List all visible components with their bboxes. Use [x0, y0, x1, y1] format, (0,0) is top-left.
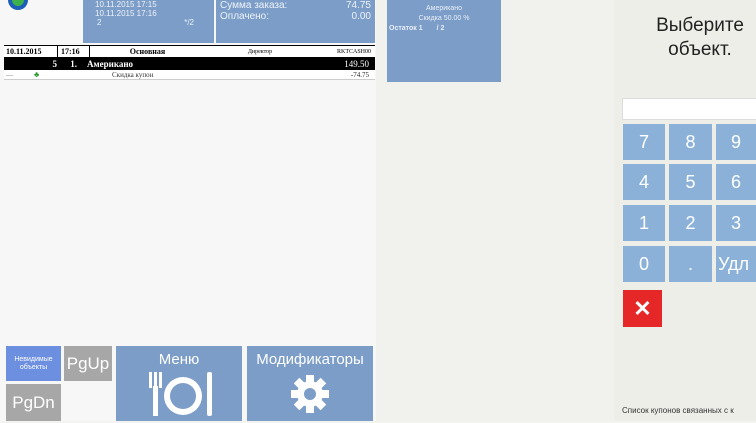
key-1[interactable]: 1: [623, 205, 665, 241]
update-datetime: 10.11.2015 17:16: [95, 9, 157, 18]
key-3[interactable]: 3: [716, 205, 756, 241]
key-delete[interactable]: Удл: [716, 246, 756, 282]
page-down-button[interactable]: PgDn: [6, 384, 61, 421]
key-7[interactable]: 7: [623, 124, 665, 160]
order-table-header: 10.11.2015 17:16 Основная Директор RKTCA…: [4, 45, 375, 58]
menu-button-label: Меню: [158, 351, 200, 368]
item-qty: 5: [52, 59, 58, 69]
modifiers-button-label: Модификаторы: [256, 351, 364, 368]
waiter-role: Директор: [247, 48, 273, 55]
prompt-line-1: Выберите: [656, 15, 744, 36]
total-label: Сумма заказа:: [220, 0, 288, 11]
open-datetime: 10.11.2015 17:15: [95, 0, 157, 9]
order-item-row[interactable]: 5 1. Американо 149.50: [4, 58, 375, 70]
discount-amount: -74.75: [350, 70, 369, 79]
table-ref: */2: [184, 18, 194, 27]
order-dates-header: 10.11.2015 17:15 10.11.2015 17:16 2 */2: [83, 0, 214, 43]
modifiers-button[interactable]: Модификаторы: [247, 346, 373, 421]
coupon-object-card[interactable]: Американо Скидка 50.00 % Остаток 1 / 2: [387, 0, 501, 82]
item-number: 1.: [70, 59, 77, 69]
coupon-remaining-total: / 2: [436, 25, 445, 32]
cash-station-code: RKTCASH00: [336, 48, 371, 55]
invisible-objects-button[interactable]: Невидимые объекты: [6, 346, 61, 381]
order-table: 10.11.2015 17:16 Основная Директор RKTCA…: [4, 45, 375, 80]
key-0[interactable]: 0: [623, 246, 665, 282]
item-name: Американо: [87, 59, 134, 69]
item-price: 149.50: [344, 59, 369, 69]
guest-count: 2: [97, 18, 102, 27]
order-date: 10.11.2015: [4, 46, 58, 57]
cancel-button[interactable]: ✕: [623, 290, 662, 327]
order-totals-header: Сумма заказа: 74.75 Оплачено: 0.00: [216, 0, 375, 43]
order-time: 17:16: [58, 46, 90, 57]
discount-row[interactable]: — ♣ Скидка купон -74.75: [4, 70, 375, 80]
page-up-button[interactable]: PgUp: [64, 346, 112, 381]
total-value: 74.75: [345, 0, 371, 11]
key-6[interactable]: 6: [716, 164, 756, 200]
discount-name: Скидка купон: [112, 70, 154, 79]
coupon-remaining: Остаток 1: [389, 25, 423, 32]
key-8[interactable]: 8: [669, 124, 712, 160]
coupon-discount: Скидка 50.00 %: [418, 15, 470, 22]
coupon-item: Американо: [425, 5, 463, 12]
menu-name: Основная: [129, 47, 166, 56]
close-icon: ✕: [633, 295, 652, 321]
key-2[interactable]: 2: [669, 205, 712, 241]
prompt-line-2: объект.: [668, 39, 732, 60]
paid-value: 0.00: [351, 11, 371, 22]
coupon-list-label: Список купонов связанных с к: [622, 406, 734, 415]
keypad-entry-field[interactable]: [622, 98, 756, 120]
dash-icon: —: [6, 70, 13, 79]
select-object-prompt: Выберите объект.: [630, 14, 756, 62]
key-9[interactable]: 9: [716, 124, 756, 160]
app-logo-icon: [8, 0, 28, 10]
club-icon: ♣: [34, 70, 40, 79]
menu-button[interactable]: Меню: [116, 346, 242, 421]
plate-cutlery-icon: [149, 372, 212, 416]
gear-icon: [291, 375, 329, 413]
key-dot[interactable]: .: [669, 246, 712, 282]
paid-label: Оплачено:: [220, 11, 270, 22]
key-5[interactable]: 5: [669, 164, 712, 200]
key-4[interactable]: 4: [623, 164, 665, 200]
